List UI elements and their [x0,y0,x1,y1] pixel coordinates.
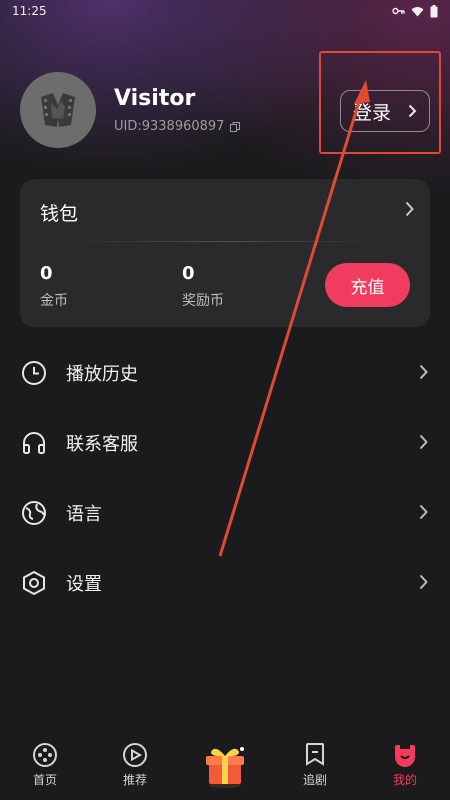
wallet-card[interactable]: 钱包 0 金币 0 奖励币 充值 [20,179,430,327]
tab-label: 首页 [32,773,57,787]
wallet-title: 钱包 [40,203,79,225]
tab-home[interactable]: 首页 [10,742,80,788]
menu-item-label: 设置 [66,574,102,595]
status-bar: 11:25 [0,0,450,22]
gift-box-icon [206,747,244,788]
status-time: 11:25 [12,4,47,18]
menu-item-support[interactable]: 联系客服 [0,408,450,478]
profile-header: Visitor UID:9338960897 登录 [20,72,430,152]
rewards-stat: 0 奖励币 [182,263,224,310]
menu-item-label: 语言 [66,504,102,525]
chevron-right-icon [419,434,428,450]
coins-value: 0 [40,263,53,284]
coins-stat: 0 金币 [40,263,68,310]
tab-gift[interactable] [190,742,260,791]
tab-following[interactable]: 追剧 [280,742,350,788]
recharge-button[interactable]: 充值 [325,263,410,307]
bottom-tab-bar: 首页 推荐 追剧 我的 [0,736,450,800]
rewards-value: 0 [182,263,195,284]
tab-label: 推荐 [122,773,147,787]
status-icons [392,4,438,18]
menu-item-label: 联系客服 [66,434,138,455]
chevron-right-icon[interactable] [405,201,414,217]
tab-label: 追剧 [302,773,327,787]
wifi-icon [411,6,424,16]
menu-item-history[interactable]: 播放历史 [0,338,450,408]
login-button[interactable]: 登录 [340,90,430,132]
profile-smile-icon [395,745,415,767]
film-logo-icon [41,93,75,127]
key-icon [392,7,405,15]
uid-row: UID:9338960897 [114,119,241,134]
uid-text: UID:9338960897 [114,119,225,134]
coins-label: 金币 [40,293,68,309]
username: Visitor [114,86,196,111]
wallet-divider [70,241,380,242]
menu-item-language[interactable]: 语言 [0,478,450,548]
chevron-right-icon [419,364,428,380]
chevron-right-icon [419,574,428,590]
menu-item-label: 播放历史 [66,364,138,385]
eye-play-icon [123,743,147,767]
settings-menu: 播放历史 联系客服 语言 设置 [0,338,450,618]
globe-icon [20,499,48,527]
copy-icon[interactable] [230,121,241,132]
tab-recommend[interactable]: 推荐 [100,742,170,788]
chevron-right-icon [408,104,417,118]
tab-label: 我的 [392,773,417,787]
home-dots-icon [33,743,57,767]
headphones-icon [20,429,48,457]
settings-hexagon-icon [20,569,48,597]
rewards-label: 奖励币 [182,293,224,309]
battery-icon [430,4,438,17]
login-label: 登录 [353,101,392,124]
bookmark-icon [306,743,324,766]
menu-item-settings[interactable]: 设置 [0,548,450,618]
tab-mine[interactable]: 我的 [370,742,440,788]
clock-icon [20,359,48,387]
avatar[interactable] [20,72,96,148]
chevron-right-icon [419,504,428,520]
